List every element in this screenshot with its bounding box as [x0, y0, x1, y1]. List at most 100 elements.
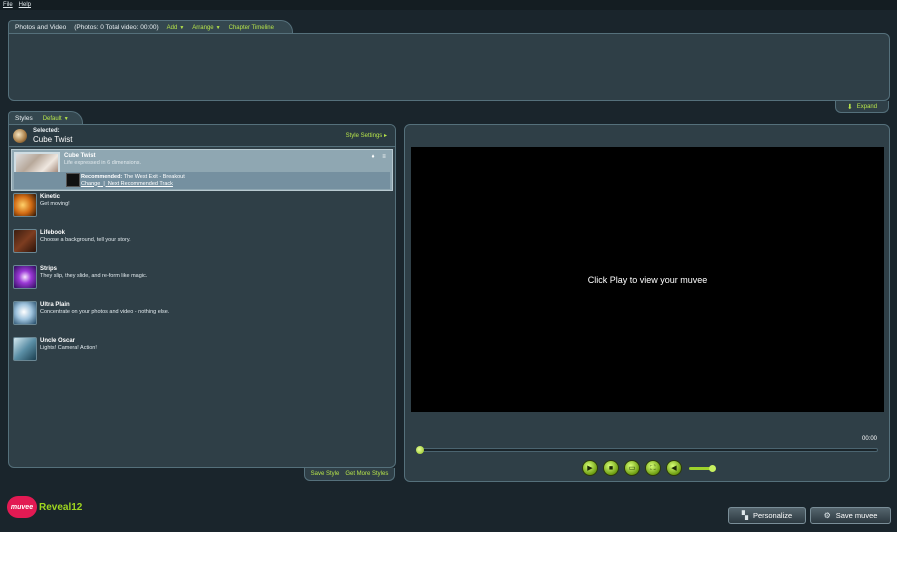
- add-label: Add: [166, 24, 178, 31]
- style-list: Cube Twist Life expressed in 6 dimension…: [9, 147, 395, 373]
- muvee-logo-mark: muvee: [7, 496, 37, 518]
- fullscreen-button[interactable]: ⛶: [645, 460, 661, 476]
- style-item-strips[interactable]: Strips They slip, they slide, and re-for…: [11, 263, 393, 299]
- selected-style-header: Selected: Cube Twist Style Settings ▸: [9, 125, 395, 147]
- style-name: Strips: [40, 266, 58, 272]
- menu-file[interactable]: File: [3, 2, 13, 8]
- logo-product-name: Reveal12: [39, 501, 83, 513]
- arrange-menu[interactable]: Arrange ▼: [192, 25, 220, 31]
- style-desc: Get moving!: [40, 201, 70, 207]
- personalize-button[interactable]: ▚ Personalize: [728, 507, 806, 524]
- recommended-track-row: Recommended: The West Exit - Breakout Ch…: [14, 172, 390, 189]
- style-item-uncle-oscar[interactable]: Uncle Oscar Lights! Camera! Action!: [11, 335, 393, 371]
- arrange-label: Arrange: [192, 24, 214, 31]
- save-muvee-button[interactable]: ⚙ Save muvee: [810, 507, 891, 524]
- style-name: Lifebook: [40, 230, 65, 236]
- selected-style-text: Selected: Cube Twist: [33, 128, 72, 144]
- stop-icon: ■: [608, 464, 614, 472]
- personalize-label: Personalize: [752, 511, 793, 520]
- lifebook-text: Lifebook Choose a background, tell your …: [40, 229, 131, 261]
- photos-drop-area[interactable]: [8, 33, 890, 101]
- style-item-actions: ♦ ≡: [369, 153, 388, 161]
- photos-tab-bar: Photos and Video (Photos: 0 Total video:…: [8, 20, 293, 34]
- style-desc: Concentrate on your photos and video - n…: [40, 309, 170, 315]
- selected-label: Selected:: [33, 127, 60, 134]
- photos-title: Photos and Video: [15, 24, 67, 31]
- style-item-cube-twist[interactable]: Cube Twist Life expressed in 6 dimension…: [11, 149, 393, 191]
- expand-arrow-icon: ⬇: [846, 103, 853, 111]
- play-button[interactable]: ▶: [582, 460, 598, 476]
- photos-tab[interactable]: Photos and Video (Photos: 0 Total video:…: [8, 20, 293, 34]
- selected-style-thumbnail: [13, 128, 27, 143]
- menu-help[interactable]: Help: [19, 2, 31, 8]
- uncle-oscar-text: Uncle Oscar Lights! Camera! Action!: [40, 337, 97, 369]
- next-track-link[interactable]: Next Recommended Track: [108, 181, 173, 187]
- style-desc: Lights! Camera! Action!: [40, 345, 97, 351]
- get-more-styles-link[interactable]: Get More Styles: [345, 471, 388, 477]
- expand-button[interactable]: ⬇ Expand: [835, 101, 889, 113]
- styles-panel: Selected: Cube Twist Style Settings ▸ Cu…: [8, 124, 396, 468]
- preset-label: Default: [42, 115, 62, 122]
- expand-label: Expand: [856, 103, 878, 110]
- style-settings-link[interactable]: Style Settings ▸: [346, 132, 387, 139]
- preview-message: Click Play to view your muvee: [587, 274, 708, 285]
- volume-slider[interactable]: [689, 464, 716, 472]
- style-desc: Life expressed in 6 dimensions.: [64, 160, 142, 166]
- style-name: Ultra Plain: [40, 302, 70, 308]
- video-preview[interactable]: Click Play to view your muvee: [411, 147, 884, 412]
- save-style-link[interactable]: Save Style: [311, 471, 340, 477]
- recommended-track: The West Exit - Breakout: [123, 173, 185, 180]
- strips-style-icon: [13, 265, 37, 289]
- settings-icon[interactable]: ≡: [380, 153, 388, 161]
- style-item-lifebook[interactable]: Lifebook Choose a background, tell your …: [11, 227, 393, 263]
- seek-bar[interactable]: [416, 446, 878, 454]
- aspect-ratio-button[interactable]: ▭: [624, 460, 640, 476]
- ultra-plain-text: Ultra Plain Concentrate on your photos a…: [40, 301, 169, 333]
- lifebook-style-icon: [13, 229, 37, 253]
- style-name: Cube Twist: [64, 153, 96, 159]
- style-preset-dropdown[interactable]: Default ▼: [43, 116, 69, 122]
- recommended-line: Recommended: The West Exit - Breakout: [81, 174, 185, 181]
- play-icon: ▶: [587, 464, 593, 472]
- styles-tab[interactable]: Styles Default ▼: [8, 111, 83, 125]
- change-track-link[interactable]: Change: [81, 181, 100, 187]
- stop-button[interactable]: ■: [603, 460, 619, 476]
- uncle-oscar-style-icon: [13, 337, 37, 361]
- personalize-icon: ▚: [741, 511, 748, 520]
- strips-text: Strips They slip, they slide, and re-for…: [40, 265, 147, 297]
- kinetic-style-icon: [13, 193, 37, 217]
- style-desc: They slip, they slide, and re-form like …: [40, 273, 148, 279]
- selected-value: Cube Twist: [33, 134, 73, 144]
- fullscreen-icon: ⛶: [650, 464, 656, 472]
- album-art-icon: [66, 173, 80, 187]
- styles-footer: Save Style Get More Styles: [304, 468, 395, 481]
- chevron-down-icon: ▼: [179, 24, 185, 31]
- muvee-reveal-window: File Help Photos and Video (Photos: 0 To…: [0, 0, 897, 532]
- style-item-ultra-plain[interactable]: Ultra Plain Concentrate on your photos a…: [11, 299, 393, 335]
- volume-handle[interactable]: [709, 464, 716, 472]
- style-item-kinetic[interactable]: Kinetic Get moving!: [11, 191, 393, 227]
- seek-handle[interactable]: [416, 446, 424, 454]
- cube-twist-top: Cube Twist Life expressed in 6 dimension…: [14, 152, 386, 176]
- style-settings-label: Style Settings: [345, 133, 383, 139]
- styles-title: Styles: [15, 115, 33, 122]
- volume-track: [689, 466, 711, 470]
- speaker-icon: ◀: [671, 464, 677, 472]
- preview-panel: Click Play to view your muvee 00:00 ▶ ■ …: [404, 124, 890, 482]
- add-menu[interactable]: Add ▼: [167, 25, 185, 31]
- menu-bar: File Help: [0, 0, 897, 10]
- chevron-down-icon: ▼: [63, 115, 69, 122]
- chevron-right-icon: ▸: [383, 133, 387, 139]
- styles-tab-bar: Styles Default ▼: [8, 111, 83, 125]
- ultra-plain-style-icon: [13, 301, 37, 325]
- cube-twist-text: Cube Twist Life expressed in 6 dimension…: [64, 152, 141, 173]
- kinetic-text: Kinetic Get moving!: [40, 193, 70, 225]
- volume-button[interactable]: ◀: [666, 460, 682, 476]
- style-name: Kinetic: [40, 194, 61, 200]
- chapter-timeline-link[interactable]: Chapter Timeline: [229, 25, 274, 31]
- save-muvee-icon: ⚙: [823, 511, 831, 520]
- recommended-links: Change | Next Recommended Track: [81, 180, 173, 187]
- muvee-reveal-logo: muvee Reveal12: [7, 496, 82, 518]
- info-icon[interactable]: ♦: [369, 153, 377, 161]
- style-desc: Choose a background, tell your story.: [40, 237, 131, 243]
